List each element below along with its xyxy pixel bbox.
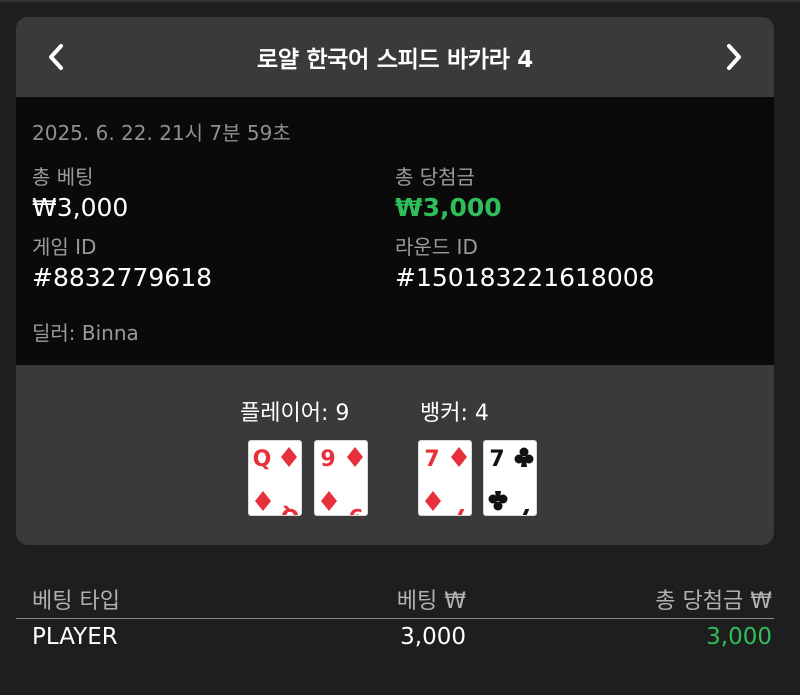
total-win-header: 총 당첨금 ₩ (655, 589, 772, 614)
round-result-section: 플레이어: 9 뱅커: 4 Q Q 9 9 7 7 7 7 (16, 365, 774, 545)
round-detail-panel: 로얄 한국어 스피드 바카라 4 2025. 6. 22. 21시 7분 59초… (16, 17, 774, 545)
diamond-icon (451, 447, 467, 467)
bet-amount-header: 베팅 ₩ (396, 589, 466, 614)
round-id-value: #150183221618008 (395, 263, 655, 292)
bet-row-amount: 3,000 (400, 624, 466, 650)
card-rank: 7 (517, 503, 532, 516)
card-rank: Q (253, 447, 272, 472)
bet-type-header: 베팅 타입 (32, 589, 120, 614)
previous-round-button[interactable] (36, 37, 76, 77)
game-title: 로얄 한국어 스피드 바카라 4 (257, 47, 533, 73)
club-icon (514, 447, 534, 467)
game-id-label: 게임 ID (32, 235, 97, 259)
round-info-section: 2025. 6. 22. 21시 7분 59초 총 베팅 ₩3,000 총 당첨… (16, 97, 774, 365)
banker-card-2: 7 7 (483, 440, 537, 516)
total-win-value: ₩3,000 (395, 193, 502, 222)
total-bet-field: 총 베팅 ₩3,000 (32, 163, 128, 225)
card-rank: 7 (424, 447, 439, 472)
banker-score-label: 뱅커: 4 (420, 401, 489, 426)
player-card-1: Q Q (248, 440, 302, 516)
round-timestamp: 2025. 6. 22. 21시 7분 59초 (32, 121, 291, 145)
total-bet-value: ₩3,000 (32, 193, 129, 222)
diamond-icon (255, 491, 271, 511)
game-id-value: #8832779618 (32, 263, 213, 292)
top-border (0, 0, 800, 2)
chevron-left-icon (49, 44, 63, 70)
panel-header: 로얄 한국어 스피드 바카라 4 (16, 17, 774, 97)
chevron-right-icon (727, 44, 741, 70)
card-rank: 9 (348, 503, 363, 516)
round-id-label: 라운드 ID (395, 235, 478, 259)
diamond-icon (347, 447, 363, 467)
diamond-icon (425, 491, 441, 511)
card-rank: 7 (489, 447, 504, 472)
total-win-field: 총 당첨금 ₩3,000 (395, 163, 502, 225)
game-id-field: 게임 ID #8832779618 (32, 233, 212, 295)
diamond-icon (281, 447, 297, 467)
dealer-name: 딜러: Binna (32, 321, 139, 345)
total-bet-label: 총 베팅 (32, 165, 94, 189)
table-divider (16, 618, 774, 619)
player-card-2: 9 9 (314, 440, 368, 516)
bet-row-type: PLAYER (32, 624, 118, 650)
total-win-label: 총 당첨금 (395, 165, 475, 189)
banker-card-1: 7 7 (418, 440, 472, 516)
player-score-label: 플레이어: 9 (240, 401, 350, 426)
next-round-button[interactable] (714, 37, 754, 77)
round-id-field: 라운드 ID #150183221618008 (395, 233, 655, 295)
bet-row-win: 3,000 (706, 624, 772, 650)
diamond-icon (321, 491, 337, 511)
club-icon (488, 491, 508, 511)
card-rank: 9 (320, 447, 335, 472)
card-rank: 7 (452, 503, 467, 516)
card-rank: Q (281, 503, 300, 516)
